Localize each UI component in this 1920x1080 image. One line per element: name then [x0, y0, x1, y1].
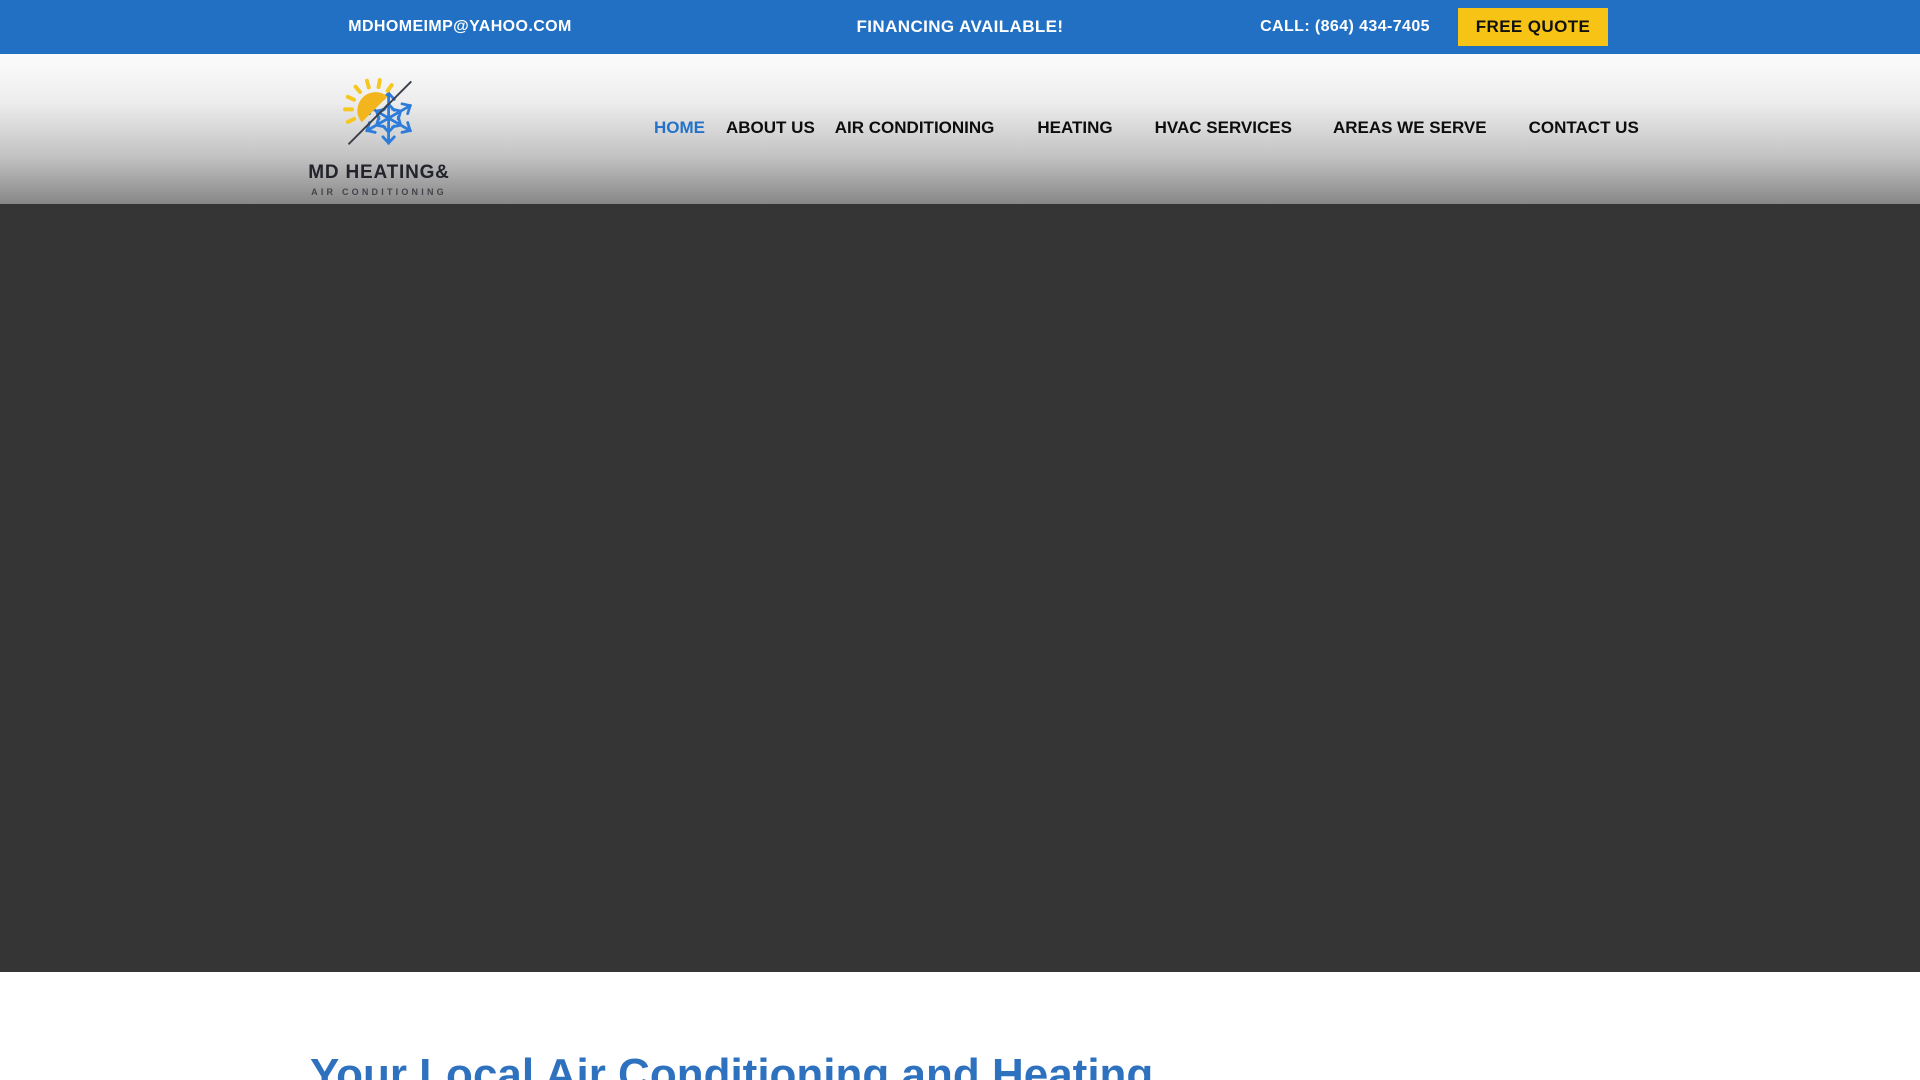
sun-icon [357, 92, 387, 122]
nav-item-contact-us[interactable]: CONTACT US [1529, 118, 1639, 138]
nav-item-air-conditioning[interactable]: AIR CONDITIONING [835, 118, 995, 138]
hero-image-placeholder [0, 204, 1920, 972]
nav-item-home[interactable]: HOME [654, 118, 705, 138]
logo-subtitle: AIR CONDITIONING [311, 187, 447, 197]
topbar: MDHOMEIMP@YAHOO.COM FINANCING AVAILABLE!… [0, 0, 1920, 54]
sun-snowflake-icon [329, 64, 429, 160]
logo[interactable]: MD HEATING& AIR CONDITIONING [304, 64, 454, 197]
topbar-phone-link[interactable]: CALL: (864) 434-7405 [1230, 0, 1460, 54]
section-heading: Your Local Air Conditioning and Heating [310, 1050, 1153, 1080]
logo-title: MD HEATING& [308, 162, 449, 184]
content-section: Your Local Air Conditioning and Heating [0, 972, 1920, 1080]
topbar-email-link[interactable]: MDHOMEIMP@YAHOO.COM [260, 0, 660, 54]
financing-banner: FINANCING AVAILABLE! [760, 0, 1160, 54]
navbar: MD HEATING& AIR CONDITIONING HOME ABOUT … [0, 54, 1920, 204]
free-quote-button[interactable]: FREE QUOTE [1458, 8, 1608, 46]
nav-item-areas-we-serve[interactable]: AREAS WE SERVE [1333, 118, 1487, 138]
nav-item-about-us[interactable]: ABOUT US [726, 118, 815, 138]
main-menu: HOME ABOUT US AIR CONDITIONING HEATING H… [654, 113, 1639, 143]
nav-item-heating[interactable]: HEATING [1037, 118, 1112, 138]
nav-item-hvac-services[interactable]: HVAC SERVICES [1155, 118, 1292, 138]
